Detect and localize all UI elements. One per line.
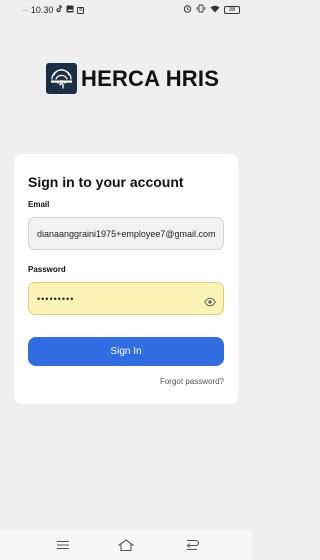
signal-indicator: ..... <box>22 7 28 13</box>
b-app-icon: B <box>77 6 85 14</box>
image-icon <box>66 5 74 15</box>
wifi-icon <box>210 5 220 15</box>
battery-icon: 38 <box>224 5 240 14</box>
email-field[interactable] <box>28 217 224 250</box>
login-card: Sign in to your account Email Password S… <box>14 154 238 404</box>
home-icon[interactable] <box>117 538 135 552</box>
fingerprint-logo-icon <box>46 63 77 94</box>
sign-in-button[interactable]: Sign In <box>28 337 224 366</box>
email-label: Email <box>28 200 50 209</box>
login-title: Sign in to your account <box>28 174 184 190</box>
vibrate-icon <box>196 4 206 15</box>
back-icon[interactable] <box>185 538 201 552</box>
status-bar: ..... 10.30 B 38 <box>0 0 252 20</box>
alarm-icon <box>183 4 192 15</box>
status-time: 10.30 <box>30 5 54 15</box>
forgot-password-link[interactable]: Forgot password? <box>160 377 224 386</box>
brand-name: HERCA HRIS <box>81 65 220 91</box>
menu-icon[interactable] <box>56 538 72 552</box>
tiktok-icon <box>56 5 63 15</box>
password-field[interactable] <box>28 282 224 315</box>
system-nav-bar <box>0 530 252 560</box>
brand-header: HERCA HRIS <box>46 63 219 94</box>
password-label: Password <box>28 265 66 274</box>
eye-icon[interactable] <box>204 294 216 307</box>
